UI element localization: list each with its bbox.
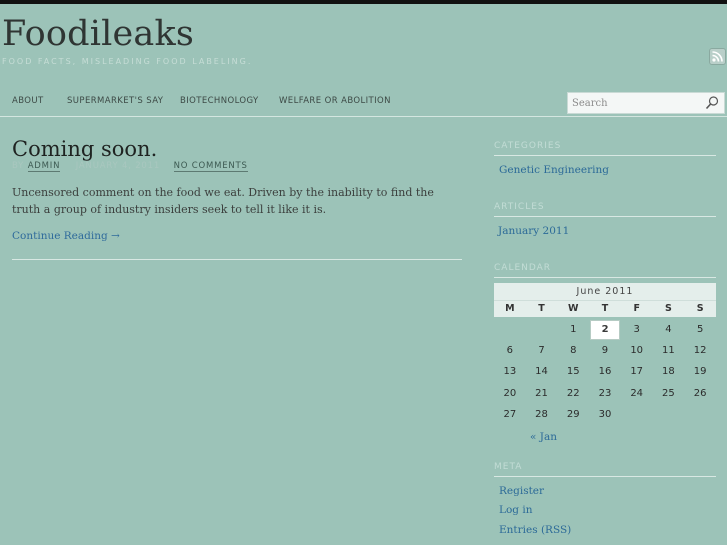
calendar-today: 2 bbox=[590, 320, 621, 340]
calendar-day: 18 bbox=[662, 366, 675, 378]
calendar-weekday: T bbox=[538, 303, 545, 314]
site-title[interactable]: Foodileaks bbox=[2, 14, 194, 54]
calendar-day: 15 bbox=[566, 366, 580, 378]
calendar-day: 16 bbox=[598, 366, 612, 378]
calendar-weekday: W bbox=[568, 303, 579, 314]
calendar-day: 14 bbox=[535, 366, 548, 378]
calendar-day: 29 bbox=[566, 408, 580, 420]
calendar-day: 23 bbox=[598, 387, 612, 399]
post-byline-label: By bbox=[12, 161, 25, 171]
nav-item-about[interactable]: About bbox=[12, 96, 44, 106]
calendar-weekday-header: MTWTFSS bbox=[494, 300, 716, 317]
post-date: January 4, 2011 bbox=[75, 161, 161, 171]
calendar-day: 12 bbox=[693, 345, 707, 357]
nav-divider bbox=[0, 116, 727, 117]
calendar-day: 17 bbox=[630, 366, 644, 378]
calendar-day: 25 bbox=[662, 387, 675, 399]
meta-widget-title: Meta bbox=[494, 462, 523, 472]
rss-icon[interactable] bbox=[709, 48, 726, 65]
calendar-day: 13 bbox=[503, 366, 517, 378]
post-author-link[interactable]: Admin bbox=[27, 161, 61, 172]
nav-item-welfare-or-abolition[interactable]: Welfare or Abolition bbox=[279, 96, 391, 106]
top-bar bbox=[0, 0, 727, 4]
calendar-day: 22 bbox=[566, 387, 580, 399]
calendar-day: 9 bbox=[601, 345, 609, 357]
calendar-day: 4 bbox=[665, 324, 672, 335]
calendar-day: 19 bbox=[693, 366, 707, 378]
calendar-caption: June 2011 bbox=[494, 283, 716, 300]
magnifier-icon[interactable] bbox=[704, 95, 720, 111]
calendar-day: 7 bbox=[538, 345, 545, 357]
continue-reading-link[interactable]: Continue Reading → bbox=[12, 230, 120, 242]
calendar-day: 3 bbox=[633, 324, 640, 335]
calendar-weekday: S bbox=[696, 303, 704, 314]
articles-divider bbox=[494, 216, 716, 217]
calendar-day: 11 bbox=[662, 345, 675, 357]
category-link[interactable]: Genetic Engineering bbox=[499, 164, 609, 176]
post-divider bbox=[12, 259, 462, 260]
post-meta: By Admin January 4, 2011 No Comments bbox=[12, 161, 248, 172]
meta-login-link[interactable]: Log in bbox=[499, 504, 532, 516]
post-comments-link[interactable]: No Comments bbox=[173, 161, 248, 172]
calendar-weekday: T bbox=[601, 303, 609, 314]
calendar-day: 1 bbox=[570, 324, 577, 335]
calendar-prev-link[interactable]: « Jan bbox=[530, 431, 557, 443]
calendar-day: 21 bbox=[535, 387, 548, 399]
calendar-day: 28 bbox=[535, 408, 548, 420]
site-description: Food facts, misleading food labeling. bbox=[2, 57, 253, 66]
meta-register-link[interactable]: Register bbox=[499, 485, 544, 497]
meta-entries-rss-link[interactable]: Entries (RSS) bbox=[499, 524, 571, 536]
search-input[interactable] bbox=[572, 95, 700, 111]
articles-widget-title: Articles bbox=[494, 202, 545, 212]
calendar-day: 8 bbox=[570, 345, 577, 357]
calendar-day: 30 bbox=[598, 408, 612, 420]
calendar-day: 26 bbox=[693, 387, 707, 399]
nav-item-biotechnology[interactable]: Biotechnology bbox=[180, 96, 259, 106]
calendar-day: 20 bbox=[503, 387, 517, 399]
calendar-day: 10 bbox=[630, 345, 644, 357]
archive-link[interactable]: January 2011 bbox=[498, 225, 569, 237]
calendar-day: 24 bbox=[630, 387, 644, 399]
categories-widget-title: Categories bbox=[494, 141, 562, 151]
calendar-weekday: M bbox=[505, 303, 515, 314]
categories-divider bbox=[494, 155, 716, 156]
calendar-divider bbox=[494, 277, 716, 278]
nav-item-supermarkets-say[interactable]: Supermarket's Say bbox=[67, 96, 163, 106]
calendar-weekday: F bbox=[633, 303, 640, 314]
calendar-day: 6 bbox=[506, 345, 514, 357]
search-box bbox=[567, 92, 725, 114]
calendar-widget-title: Calendar bbox=[494, 263, 552, 273]
calendar-day: 27 bbox=[503, 408, 517, 420]
post-title[interactable]: Coming soon. bbox=[12, 137, 157, 161]
calendar-day: 5 bbox=[696, 324, 704, 335]
calendar-weekday: S bbox=[664, 303, 672, 314]
post-excerpt: Uncensored comment on the food we eat. D… bbox=[12, 186, 434, 216]
meta-divider bbox=[494, 476, 716, 477]
